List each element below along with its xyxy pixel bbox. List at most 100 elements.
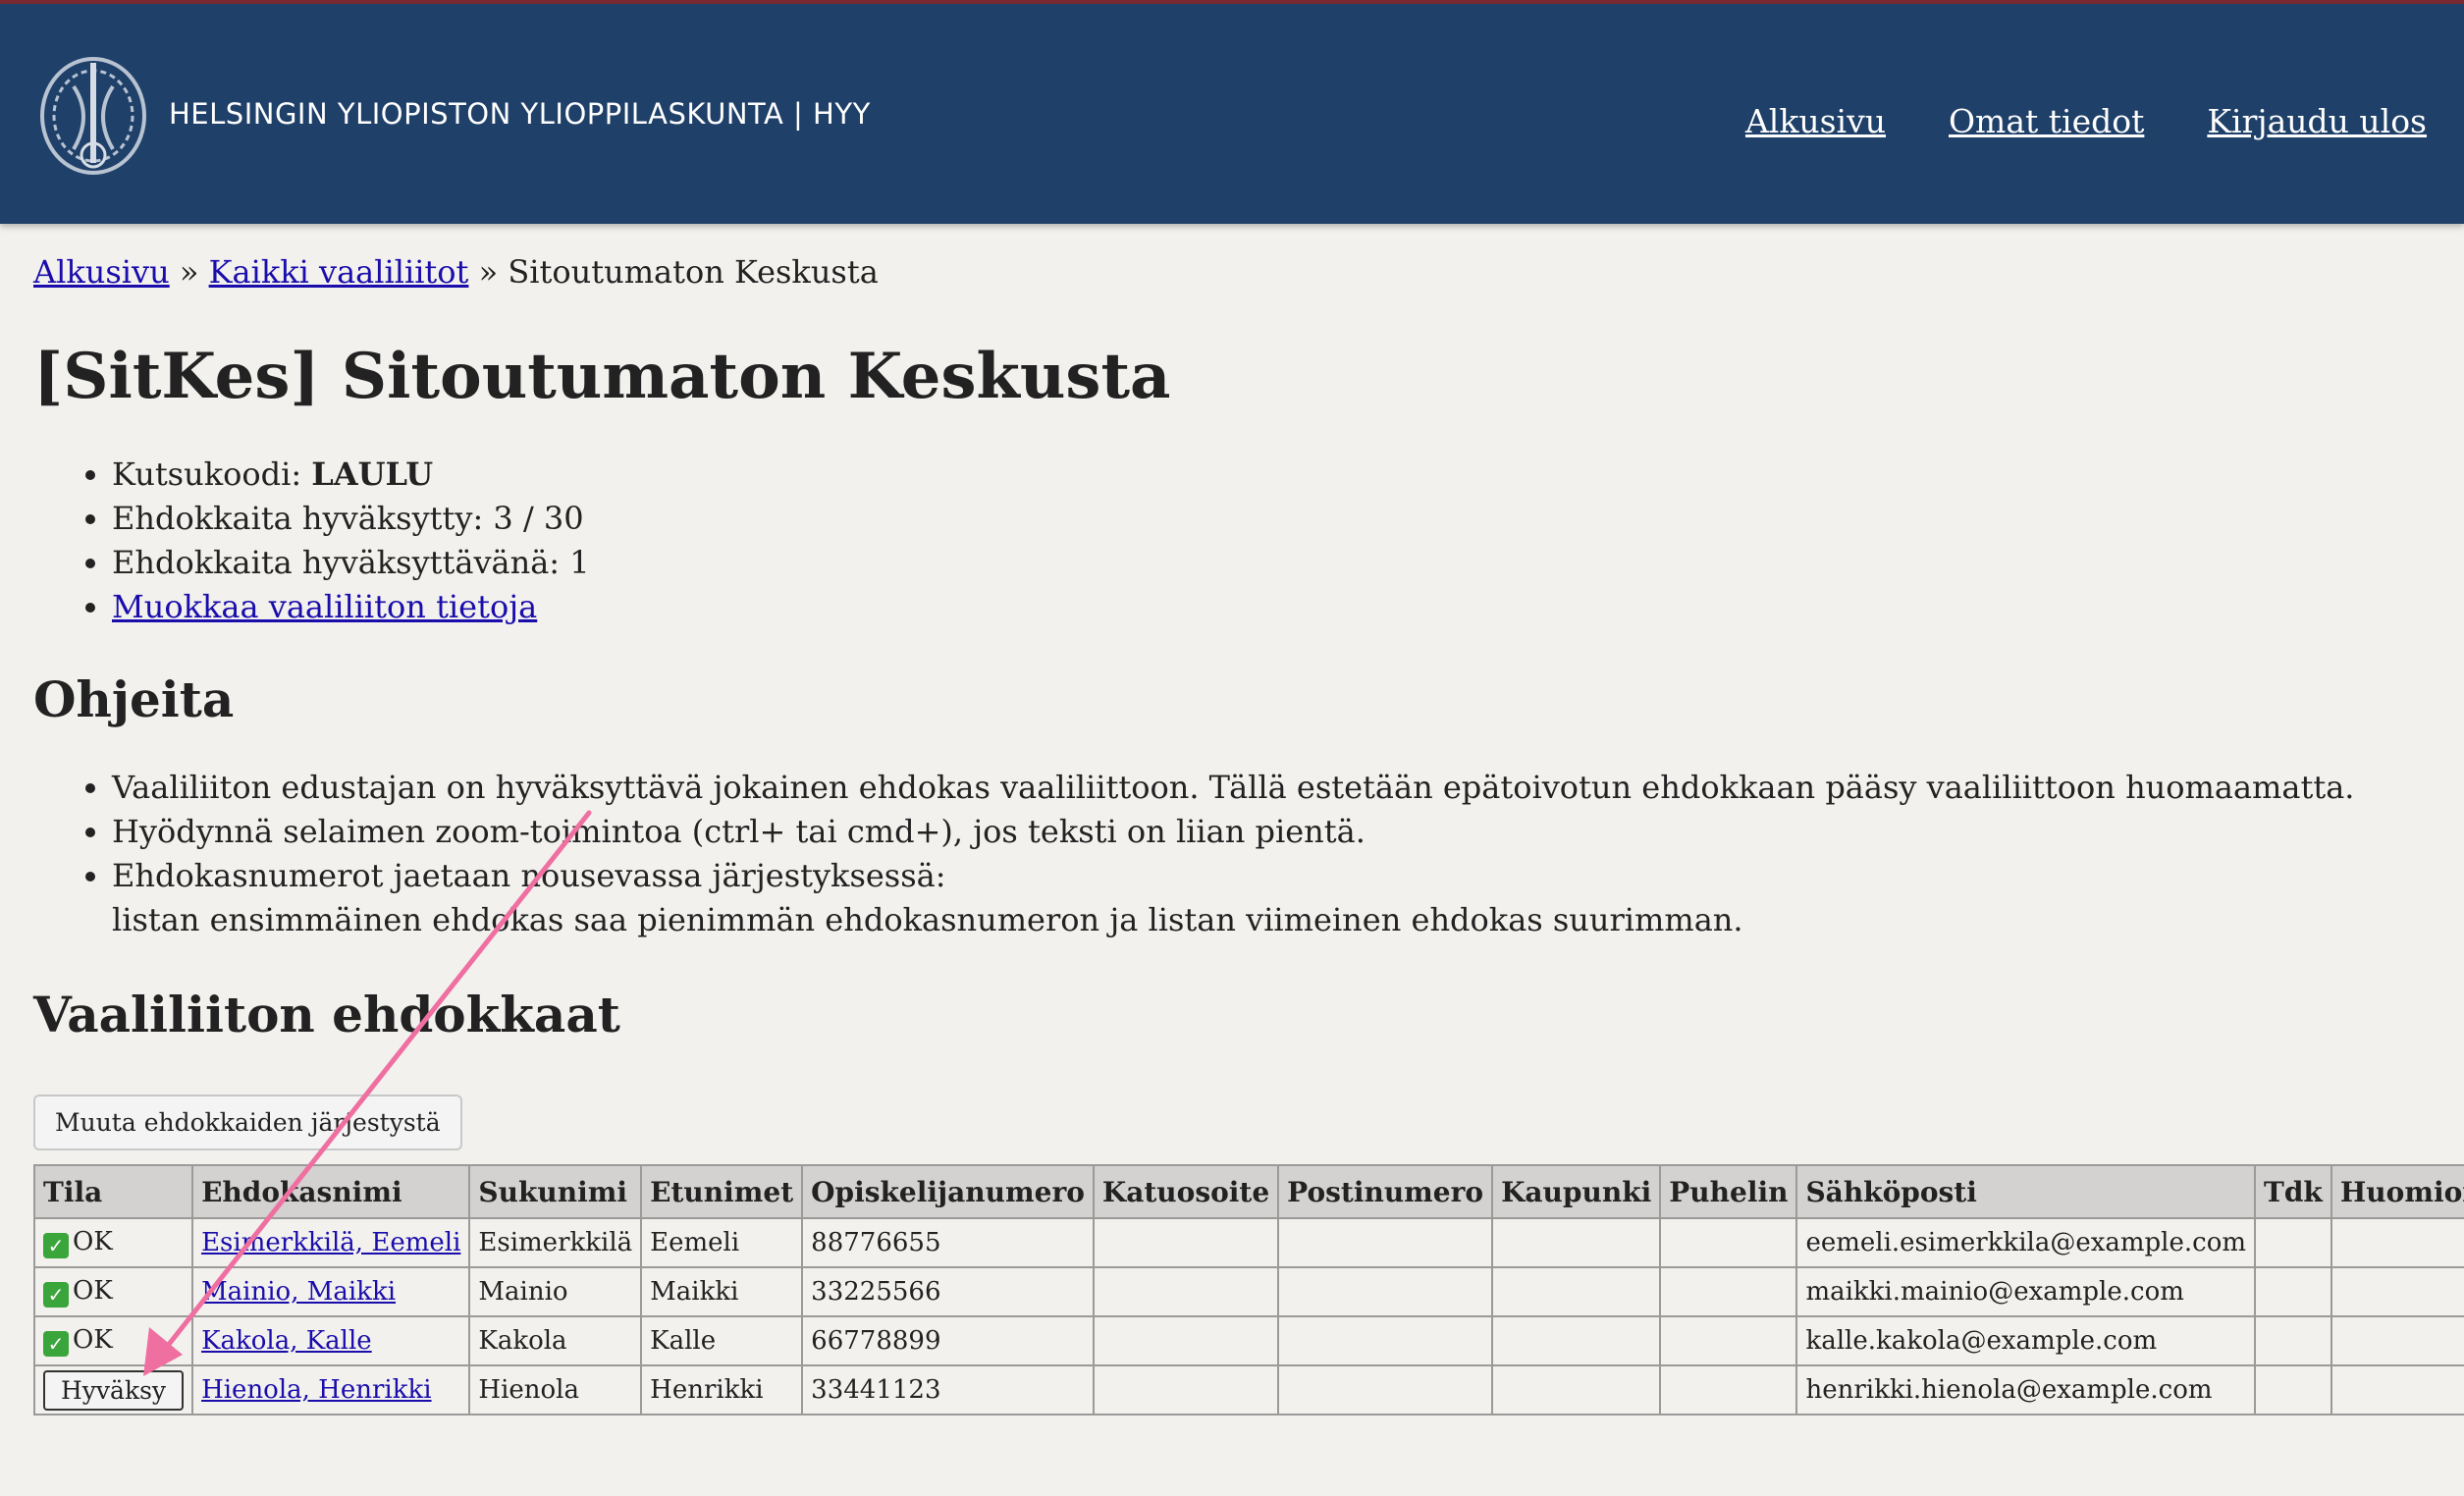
breadcrumb-current: Sitoutumaton Keskusta [508, 253, 879, 291]
street-cell [1092, 1266, 1280, 1317]
first-names-cell: Kalle [640, 1315, 804, 1366]
pending-count: Ehdokkaita hyväksyttävänä: 1 [112, 541, 2431, 585]
breadcrumb-all-alliances-link[interactable]: Kaikki vaaliliitot [209, 253, 469, 291]
reorder-candidates-button[interactable]: Muuta ehdokkaiden järjestystä [33, 1095, 462, 1150]
nav-profile-link[interactable]: Omat tiedot [1949, 102, 2144, 140]
last-name-cell: Kakola [468, 1315, 643, 1366]
nav-home-link[interactable]: Alkusivu [1745, 102, 1886, 140]
help-heading: Ohjeita [33, 670, 235, 728]
faculty-cell [2254, 1217, 2332, 1268]
city-cell [1491, 1266, 1662, 1317]
candidates-heading: Vaaliliiton ehdokkaat [33, 986, 620, 1043]
hyy-seal-icon [40, 57, 146, 175]
candidate-name-link[interactable]: Kakola, Kalle [201, 1326, 372, 1356]
site-logo[interactable]: HELSINGIN YLIOPISTON YLIOPPILASKUNTA | H… [33, 47, 871, 181]
city-cell [1491, 1217, 1662, 1268]
help-list: Vaaliliiton edustajan on hyväksyttävä jo… [33, 766, 2431, 942]
approved-count: Ehdokkaita hyväksytty: 3 / 30 [112, 497, 2431, 541]
postal-code-cell [1277, 1217, 1494, 1268]
candidate-name-cell: Hienola, Henrikki [191, 1364, 471, 1416]
postal-code-cell [1277, 1364, 1494, 1416]
help-item: Hyödynnä selaimen zoom-toimintoa (ctrl+ … [112, 810, 2431, 854]
notes-cell [2330, 1315, 2464, 1366]
table-row: ✓ OK Esimerkkilä, Eemeli Esimerkkilä Eeme… [32, 1217, 2464, 1268]
phone-cell [1659, 1266, 1798, 1317]
email-cell: maikki.mainio@example.com [1795, 1266, 2257, 1317]
column-header-status: Tila [32, 1164, 194, 1219]
last-name-cell: Hienola [468, 1364, 643, 1416]
site-name: HELSINGIN YLIOPISTON YLIOPPILASKUNTA | H… [169, 97, 871, 131]
candidate-name-cell: Mainio, Maikki [191, 1266, 471, 1317]
status-cell: Hyväksy [32, 1364, 194, 1416]
student-number-cell: 33225566 [801, 1266, 1095, 1317]
status-cell: ✓ OK [32, 1266, 194, 1317]
candidate-name-link[interactable]: Mainio, Maikki [201, 1277, 396, 1307]
candidate-name-cell: Kakola, Kalle [191, 1315, 471, 1366]
alliance-info-list: Kutsukoodi: LAULU Ehdokkaita hyväksytty:… [33, 453, 2431, 629]
phone-cell [1659, 1315, 1798, 1366]
breadcrumb: Alkusivu » Kaikki vaaliliitot » Sitoutum… [33, 253, 2431, 291]
student-number-cell: 33441123 [801, 1364, 1095, 1416]
help-item-text: Ehdokasnumerot jaetaan nousevassa järjes… [112, 857, 946, 894]
column-header-postal-code: Postinumero [1277, 1164, 1494, 1219]
column-header-candidate-name: Ehdokasnimi [191, 1164, 471, 1219]
candidate-name-link[interactable]: Esimerkkilä, Eemeli [201, 1228, 460, 1257]
student-number-cell: 88776655 [801, 1217, 1095, 1268]
top-navigation: Alkusivu Omat tiedot Kirjaudu ulos [1745, 102, 2427, 140]
nav-logout-link[interactable]: Kirjaudu ulos [2207, 102, 2427, 140]
faculty-cell [2254, 1364, 2332, 1416]
status-text: OK [73, 1227, 113, 1256]
city-cell [1491, 1364, 1662, 1416]
email-cell: eemeli.esimerkkila@example.com [1795, 1217, 2257, 1268]
page-title: [SitKes] Sitoutumaton Keskusta [33, 340, 1171, 413]
street-cell [1092, 1217, 1280, 1268]
help-item: Ehdokasnumerot jaetaan nousevassa järjes… [112, 854, 2431, 942]
column-header-first-names: Etunimet [640, 1164, 804, 1219]
check-box-icon: ✓ [43, 1233, 69, 1258]
breadcrumb-separator: » [478, 253, 499, 291]
help-item: Vaaliliiton edustajan on hyväksyttävä jo… [112, 766, 2431, 810]
phone-cell [1659, 1217, 1798, 1268]
candidates-table: Tila Ehdokasnimi Sukunimi Etunimet Opisk… [32, 1164, 2464, 1416]
postal-code-cell [1277, 1315, 1494, 1366]
status-cell: ✓ OK [32, 1217, 194, 1268]
street-cell [1092, 1364, 1280, 1416]
street-cell [1092, 1315, 1280, 1366]
candidate-name-link[interactable]: Hienola, Henrikki [201, 1375, 432, 1405]
edit-alliance-link[interactable]: Muokkaa vaaliliiton tietoja [112, 588, 537, 625]
student-number-cell: 66778899 [801, 1315, 1095, 1366]
last-name-cell: Esimerkkilä [468, 1217, 643, 1268]
notes-cell [2330, 1364, 2464, 1416]
notes-cell [2330, 1266, 2464, 1317]
email-cell: henrikki.hienola@example.com [1795, 1364, 2257, 1416]
faculty-cell [2254, 1266, 2332, 1317]
email-cell: kalle.kakola@example.com [1795, 1315, 2257, 1366]
table-row: ✓ OK Kakola, Kalle Kakola Kalle 66778899 … [32, 1315, 2464, 1366]
city-cell [1491, 1315, 1662, 1366]
column-header-phone: Puhelin [1659, 1164, 1798, 1219]
site-header: HELSINGIN YLIOPISTON YLIOPPILASKUNTA | H… [0, 4, 2464, 224]
column-header-city: Kaupunki [1491, 1164, 1662, 1219]
column-header-student-number: Opiskelijanumero [801, 1164, 1095, 1219]
status-text: OK [73, 1325, 113, 1355]
column-header-notes: Huomioita [2330, 1164, 2464, 1219]
main-content: Alkusivu » Kaikki vaaliliitot » Sitoutum… [0, 253, 2464, 1416]
column-header-email: Sähköposti [1795, 1164, 2257, 1219]
approve-button[interactable]: Hyväksy [43, 1369, 185, 1411]
first-names-cell: Henrikki [640, 1364, 804, 1416]
first-names-cell: Maikki [640, 1266, 804, 1317]
check-box-icon: ✓ [43, 1331, 69, 1357]
invite-code-value: LAULU [311, 455, 434, 493]
last-name-cell: Mainio [468, 1266, 643, 1317]
invite-code-item: Kutsukoodi: LAULU [112, 453, 2431, 497]
breadcrumb-home-link[interactable]: Alkusivu [33, 253, 170, 291]
column-header-faculty: Tdk [2254, 1164, 2332, 1219]
postal-code-cell [1277, 1266, 1494, 1317]
column-header-last-name: Sukunimi [468, 1164, 643, 1219]
candidate-name-cell: Esimerkkilä, Eemeli [191, 1217, 471, 1268]
status-text: OK [73, 1276, 113, 1306]
table-row: ✓ OK Mainio, Maikki Mainio Maikki 3322556… [32, 1266, 2464, 1317]
invite-code-label: Kutsukoodi: [112, 455, 312, 493]
check-box-icon: ✓ [43, 1282, 69, 1308]
first-names-cell: Eemeli [640, 1217, 804, 1268]
